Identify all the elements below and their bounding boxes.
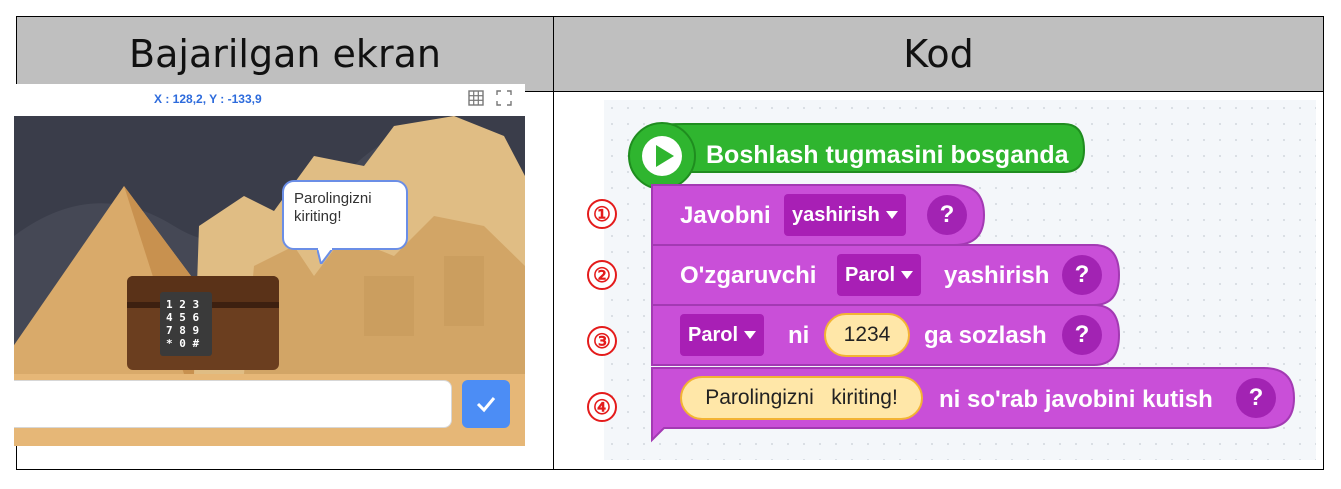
line2-dropdown-label: Parol [845,263,896,286]
code-area: Boshlash tugmasini bosganda ① ② ③ ④ Javo… [587,100,1316,460]
start-block-label: Boshlash tugmasini bosganda [706,141,1069,169]
coordinate-readout: X : 128,2, Y : -133,9 [154,92,262,106]
line3-dropdown-label: Parol [688,323,739,346]
line1-dropdown-label: yashirish [792,203,880,226]
desert-scene: 1 2 3 4 5 6 7 8 9 * 0 # [14,116,525,374]
svg-text:7 8 9: 7 8 9 [166,324,199,337]
checkmark-icon [476,397,496,413]
svg-text:4 5 6: 4 5 6 [166,311,199,324]
line2-help-button[interactable]: ? [1062,255,1102,295]
line2-text2: yashirish [944,262,1050,289]
line3-text: ni [788,322,810,349]
chevron-down-icon [901,271,914,279]
svg-text:* 0 #: * 0 # [166,337,199,350]
svg-text:1 2 3: 1 2 3 [166,298,199,311]
line2-dropdown[interactable]: Parol [837,254,922,296]
stage-toolbar [467,89,513,107]
right-column-header: Kod [554,17,1323,91]
line3-text2: ga sozlash [924,322,1047,349]
grid-icon[interactable] [467,89,485,107]
column-divider [553,17,554,469]
line3-help-button[interactable]: ? [1062,315,1102,355]
chevron-down-icon [744,331,757,339]
line1-text: Javobni [680,202,771,229]
left-column-header: Bajarilgan ekran [17,17,554,91]
answer-input[interactable] [14,380,452,428]
step-marker-1: ① [587,199,617,229]
chevron-down-icon [885,211,898,219]
line3-value-input[interactable]: 1234 [824,313,910,357]
line4-value-input[interactable]: Parolingizni kiriting! [680,376,923,420]
line2-text: O'zgaruvchi [680,262,817,289]
line1-help-button[interactable]: ? [927,195,967,235]
execution-stage: X : 128,2, Y : -133,9 1 2 3 4 5 6 7 8 9 … [14,84,525,446]
submit-button[interactable] [462,380,510,428]
step-marker-3: ③ [587,326,617,356]
line1-dropdown[interactable]: yashirish [784,194,906,236]
step-marker-4: ④ [587,392,617,422]
speech-bubble-tail [317,248,333,264]
fullscreen-icon[interactable] [495,89,513,107]
line3-dropdown[interactable]: Parol [680,314,765,356]
line4-help-button[interactable]: ? [1236,378,1276,418]
speech-bubble: Parolingizni kiriting! [282,180,408,250]
step-marker-2: ② [587,260,617,290]
line4-text: ni so'rab javobini kutish [939,386,1213,413]
